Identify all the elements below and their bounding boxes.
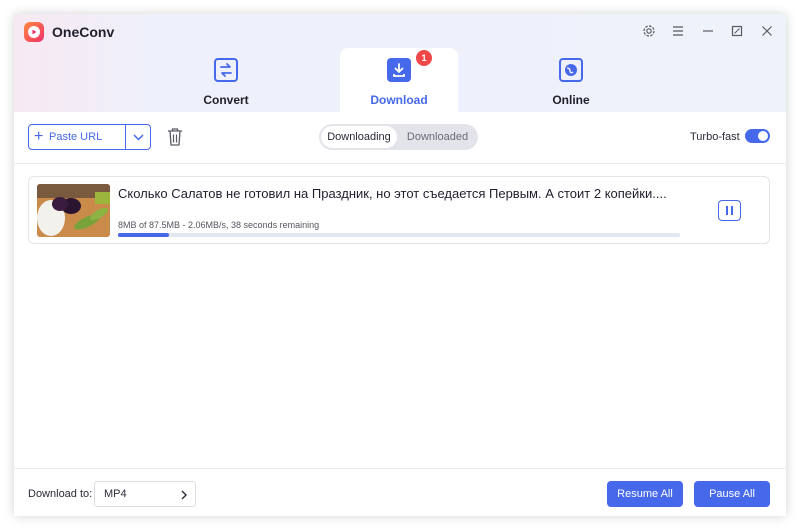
pause-all-button[interactable]: Pause All (694, 481, 770, 507)
pause-icon-bar (726, 206, 728, 215)
download-count-badge: 1 (416, 50, 432, 66)
download-item: Сколько Салатов не готовил на Праздник, … (28, 176, 770, 244)
tab-online-label: Online (552, 93, 590, 107)
turbo-fast-toggle[interactable] (745, 129, 770, 143)
format-value: MP4 (104, 488, 127, 500)
paste-url-label: Paste URL (49, 131, 103, 143)
tab-convert[interactable]: Convert (167, 48, 285, 112)
download-progress-fill (118, 233, 169, 237)
download-status-segmented: Downloading Downloaded (319, 124, 478, 150)
chevron-down-icon (133, 134, 144, 141)
title-bar: OneConv Convert 1 Download Online (14, 14, 786, 112)
trash-icon[interactable] (166, 127, 184, 152)
maximize-icon[interactable] (728, 22, 746, 40)
download-stats: 8MB of 87.5MB - 2.06MB/s, 38 seconds rem… (118, 220, 320, 230)
close-icon[interactable] (758, 22, 776, 40)
paste-url-button[interactable]: + Paste URL (29, 125, 125, 149)
download-to-label: Download to: (28, 488, 93, 500)
download-title: Сколько Салатов не готовил на Праздник, … (118, 186, 667, 201)
toggle-knob (758, 131, 768, 141)
app-window: OneConv Convert 1 Download Online + Past… (14, 14, 786, 516)
pause-icon-bar (731, 206, 733, 215)
download-progress-bar (118, 233, 680, 237)
format-select[interactable]: MP4 (94, 481, 196, 507)
turbo-fast-label: Turbo-fast (690, 131, 740, 143)
segment-downloading[interactable]: Downloading (321, 126, 397, 148)
download-tray-icon (387, 58, 411, 82)
tab-online[interactable]: Online (512, 48, 630, 112)
footer: Download to: MP4 Resume All Pause All (14, 468, 786, 516)
pause-download-button[interactable] (718, 200, 741, 221)
chevron-right-icon (181, 490, 187, 500)
app-name: OneConv (52, 24, 115, 40)
video-thumbnail (37, 184, 110, 237)
oneconv-logo-icon (24, 22, 44, 42)
globe-icon (559, 58, 583, 82)
tab-download[interactable]: 1 Download (340, 48, 458, 112)
plus-icon: + (34, 128, 44, 145)
segment-downloaded[interactable]: Downloaded (399, 126, 476, 148)
resume-all-button[interactable]: Resume All (607, 481, 683, 507)
toolbar: + Paste URL Downloading Downloaded Turbo… (14, 112, 786, 164)
convert-arrows-icon (214, 58, 238, 82)
paste-url-dropdown-button[interactable] (126, 125, 151, 149)
tab-convert-label: Convert (203, 93, 249, 107)
tab-download-label: Download (370, 93, 428, 107)
minimize-icon[interactable] (699, 22, 717, 40)
paste-url-group: + Paste URL (28, 124, 151, 150)
menu-icon[interactable] (669, 22, 687, 40)
gear-icon[interactable] (640, 22, 658, 40)
